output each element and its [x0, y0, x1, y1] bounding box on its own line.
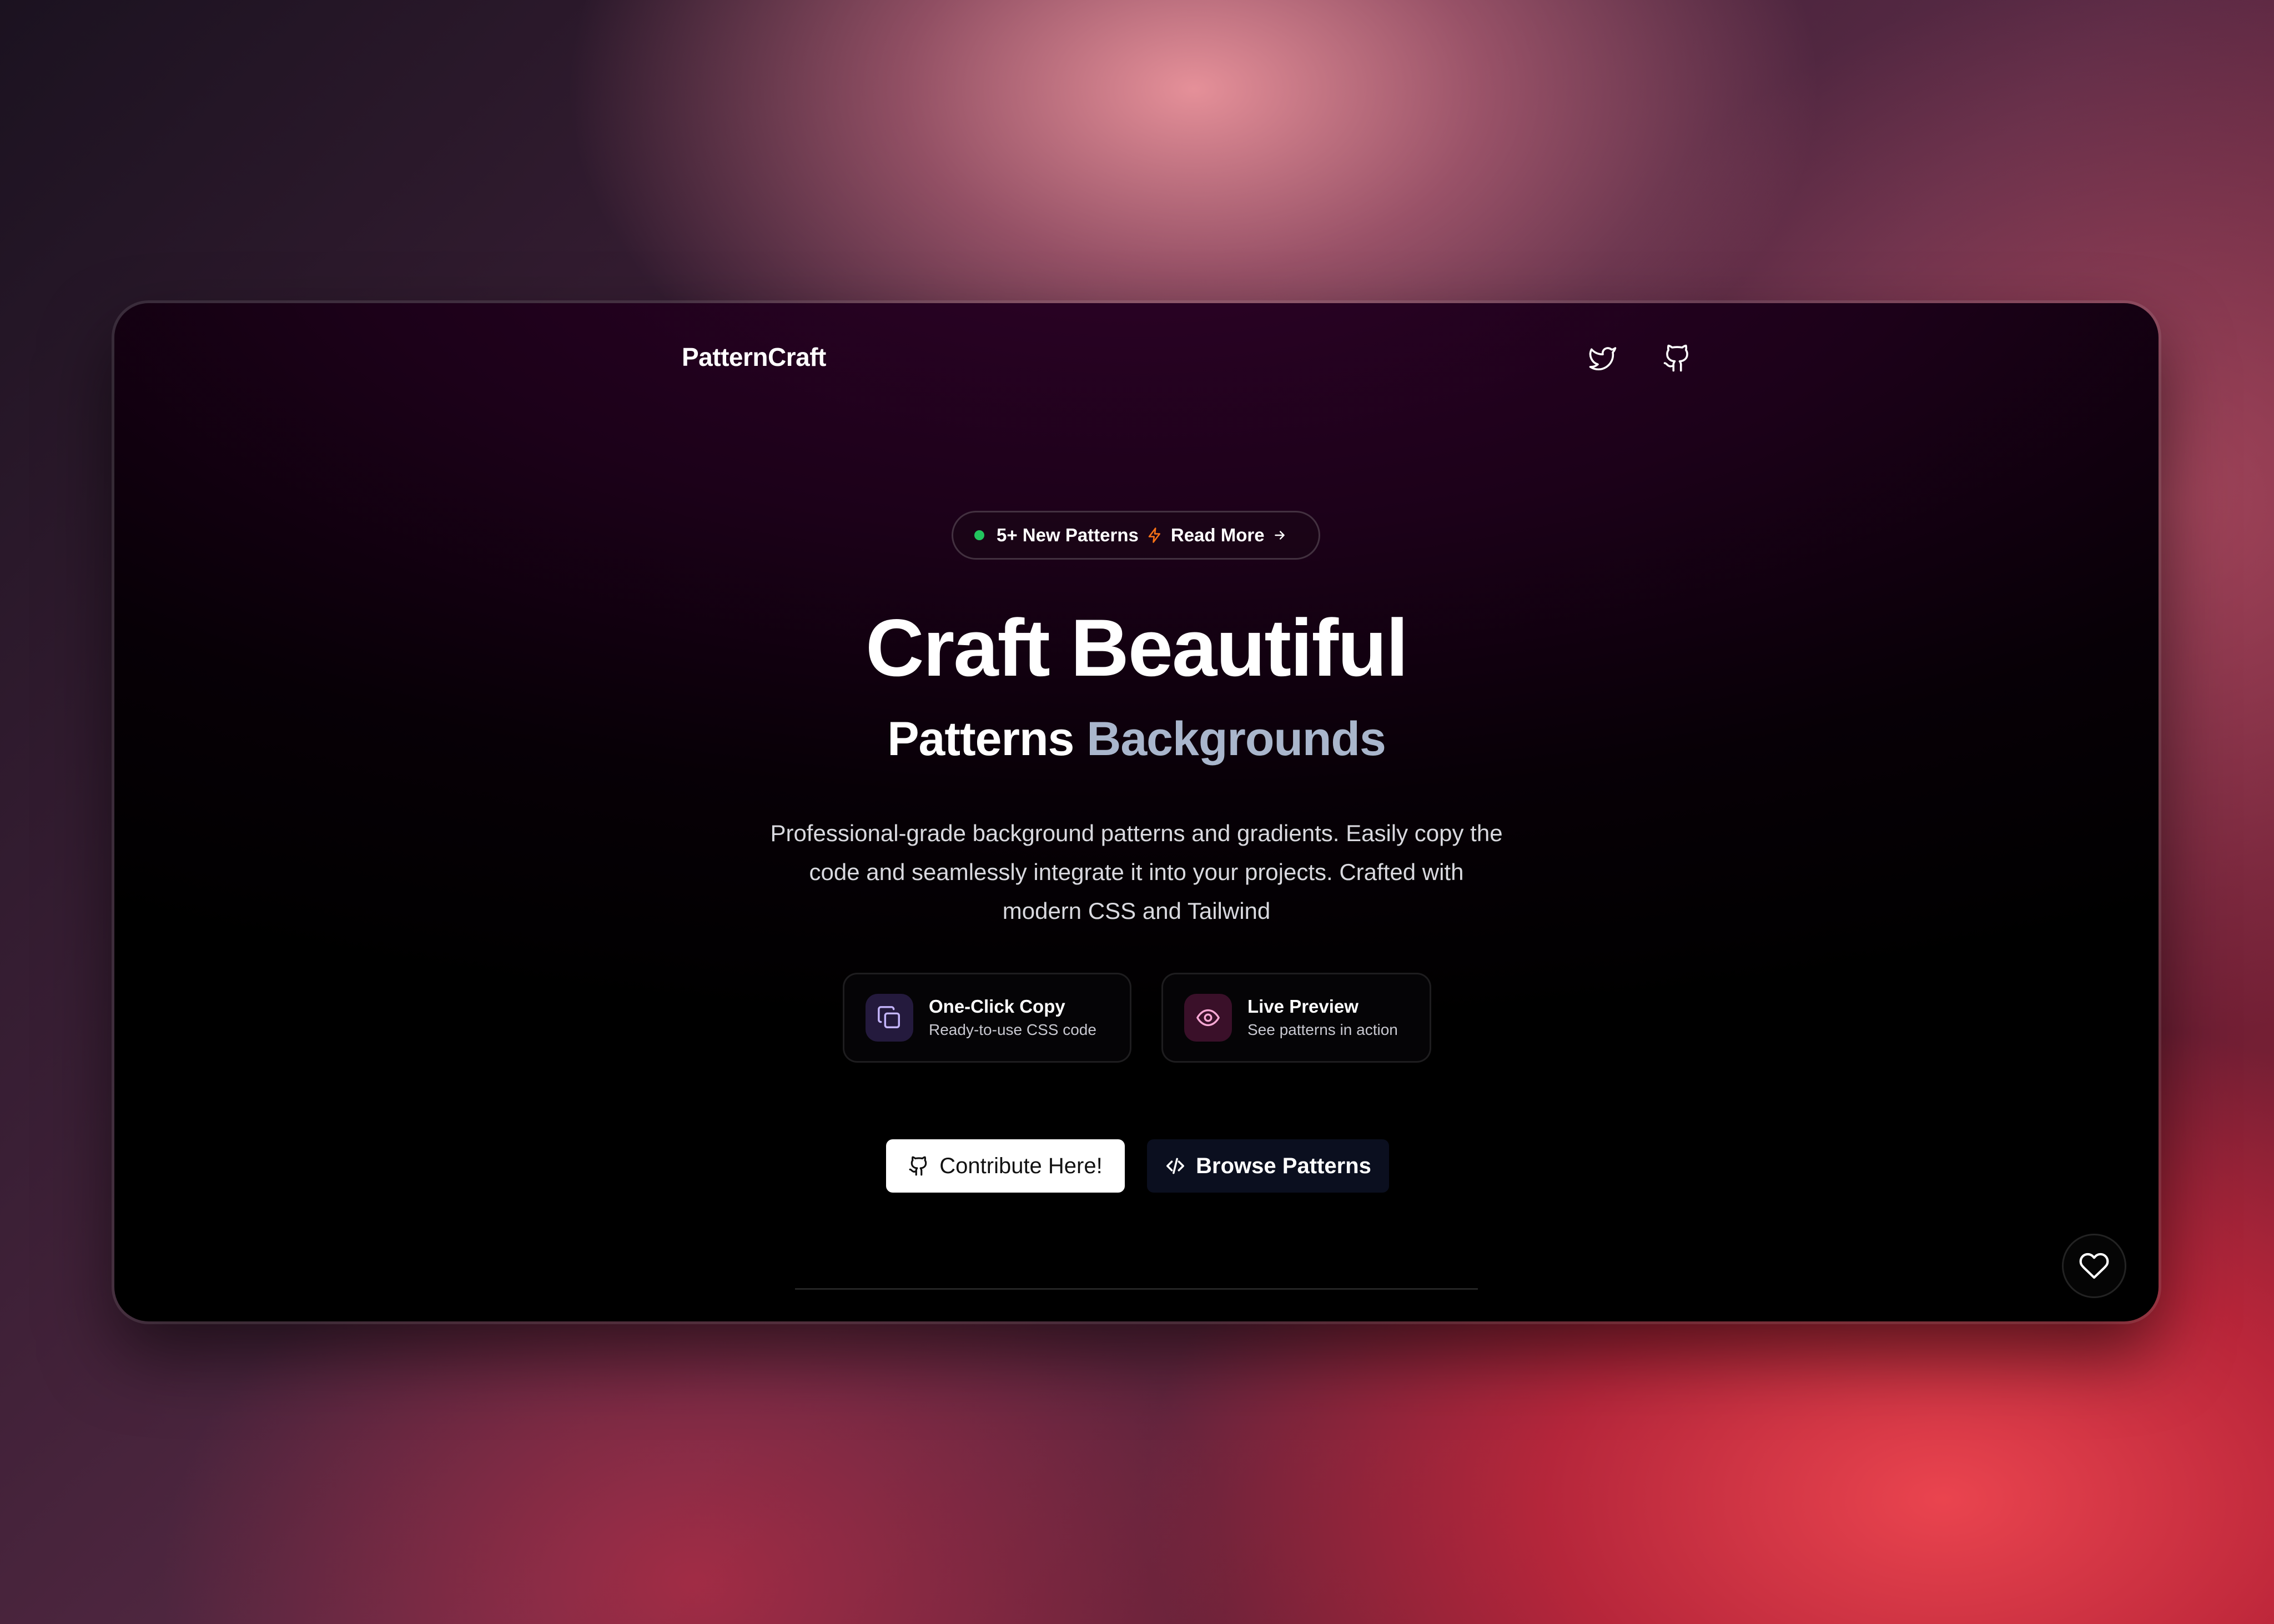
feature-card-copy: One-Click Copy Ready-to-use CSS code — [843, 973, 1131, 1063]
browse-button-label: Browse Patterns — [1196, 1153, 1371, 1178]
github-icon[interactable] — [1660, 341, 1694, 375]
hero-title: Craft Beautiful — [866, 602, 1408, 693]
feature-subtitle: See patterns in action — [1247, 1021, 1398, 1038]
arrow-right-icon — [1272, 528, 1287, 542]
announcement-pill[interactable]: 5+ New Patterns Read More — [952, 511, 1320, 560]
contribute-button-label: Contribute Here! — [939, 1153, 1103, 1178]
browse-patterns-button[interactable]: Browse Patterns — [1147, 1139, 1389, 1193]
feature-title: One-Click Copy — [929, 996, 1065, 1017]
twitter-icon[interactable] — [1586, 341, 1620, 375]
heart-icon[interactable] — [2062, 1234, 2126, 1298]
hero-description: Professional-grade background patterns a… — [770, 820, 1503, 924]
code-icon — [1166, 1158, 1185, 1174]
browser-window: PatternCraft 5+ New Patterns Read More C… — [114, 303, 2159, 1321]
github-icon — [909, 1156, 927, 1176]
brand-logo[interactable]: PatternCraft — [682, 342, 826, 372]
feature-title: Live Preview — [1247, 996, 1359, 1017]
feature-subtitle: Ready-to-use CSS code — [929, 1021, 1096, 1038]
hero-subtitle-patterns: Patterns — [887, 712, 1074, 766]
copy-icon — [866, 994, 913, 1042]
contribute-button[interactable]: Contribute Here! — [886, 1139, 1125, 1193]
section-divider — [795, 1288, 1478, 1290]
eye-icon — [1184, 994, 1232, 1042]
hero-subtitle-backgrounds: Backgrounds — [1086, 712, 1386, 766]
feature-card-preview: Live Preview See patterns in action — [1161, 973, 1431, 1063]
hero-subtitle: Patterns Backgrounds — [114, 715, 2159, 763]
lightning-icon — [1146, 527, 1163, 544]
announcement-text: 5+ New Patterns — [997, 525, 1139, 545]
status-dot-icon — [974, 530, 984, 540]
read-more-link[interactable]: Read More — [1171, 525, 1265, 546]
